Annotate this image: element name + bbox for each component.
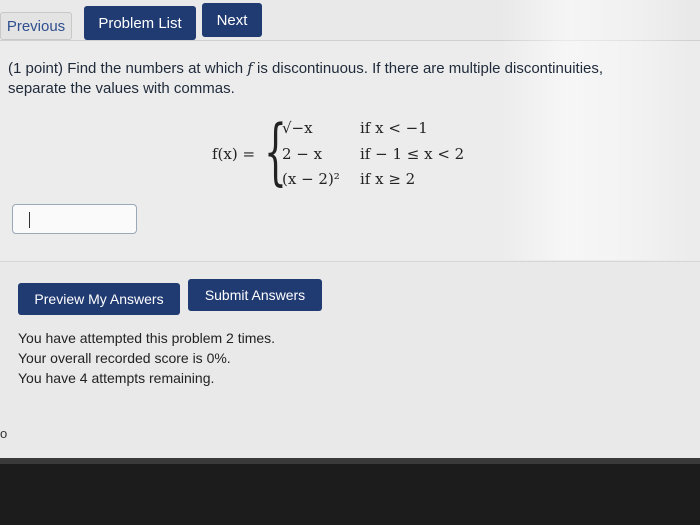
monitor-bezel	[0, 458, 700, 525]
text-caret	[29, 212, 30, 228]
case-condition: if x ≥ 2	[360, 170, 416, 188]
problem-list-button[interactable]: Problem List	[84, 6, 196, 40]
case-condition: if − 1 ≤ x < 2	[360, 145, 465, 163]
submit-answers-button[interactable]: Submit Answers	[188, 279, 322, 311]
formula-case: (x − 2)² if x ≥ 2	[282, 170, 415, 188]
attempt-info: You have attempted this problem 2 times.…	[18, 328, 275, 388]
formula-case: 2 − x if − 1 ≤ x < 2	[282, 145, 464, 163]
formula-case: √−x if x < −1	[282, 119, 428, 137]
preview-answers-button[interactable]: Preview My Answers	[18, 283, 180, 315]
piecewise-formula: f(x) = { √−x if x < −1 2 − x if − 1 ≤ x …	[212, 111, 532, 195]
case-expression: √−x	[282, 119, 313, 137]
formula-lhs: f(x) =	[212, 145, 256, 163]
function-variable: f	[247, 59, 253, 77]
score-text: Your overall recorded score is 0%.	[18, 350, 231, 366]
case-condition: if x < −1	[360, 119, 428, 137]
next-button[interactable]: Next	[202, 3, 262, 37]
case-expression: 2 − x	[282, 145, 323, 163]
footer-fragment: o	[0, 426, 8, 441]
monitor-bezel-edge	[0, 458, 700, 464]
previous-button[interactable]: Previous	[0, 12, 72, 40]
problem-text-before: (1 point) Find the numbers at which	[8, 60, 244, 77]
attempts-remaining-text: You have 4 attempts remaining.	[18, 370, 215, 386]
attempt-count-text: You have attempted this problem 2 times.	[18, 330, 276, 346]
answer-input[interactable]	[12, 204, 137, 234]
problem-statement: (1 point) Find the numbers at which f is…	[8, 58, 648, 99]
case-expression: (x − 2)²	[282, 170, 340, 188]
